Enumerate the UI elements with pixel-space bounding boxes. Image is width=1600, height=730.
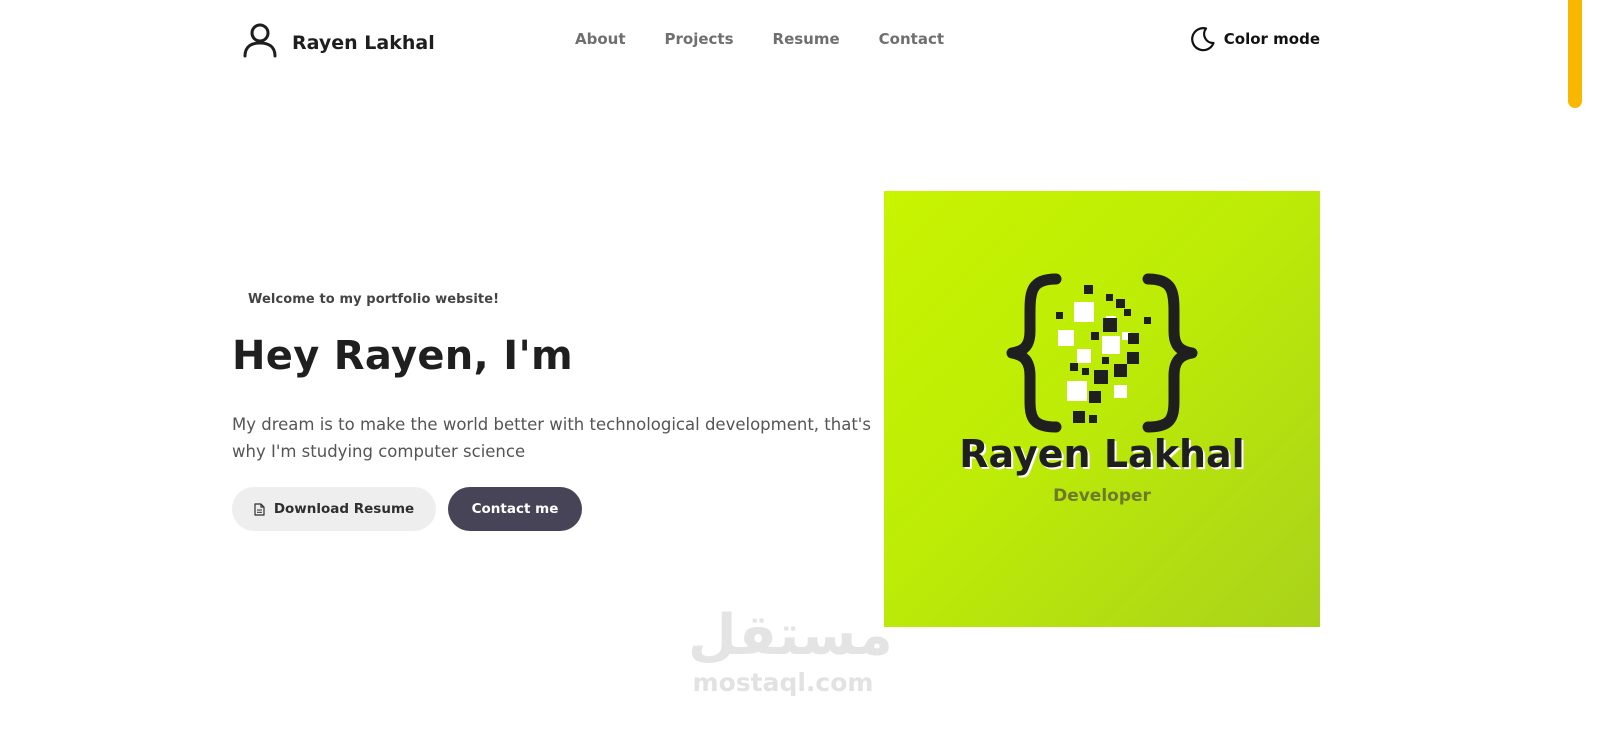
moon-icon — [1190, 27, 1215, 52]
main-nav: About Projects Resume Contact — [575, 30, 944, 48]
brand[interactable]: Rayen Lakhal — [242, 22, 435, 58]
brand-name: Rayen Lakhal — [292, 32, 435, 54]
contact-me-label: Contact me — [471, 501, 559, 517]
nav-about[interactable]: About — [575, 30, 626, 48]
scrollbar-thumb[interactable] — [1568, 0, 1582, 108]
user-icon — [243, 23, 277, 58]
download-resume-label: Download Resume — [273, 501, 415, 517]
code-braces-logo-icon — [1006, 273, 1198, 433]
hero-logo-image: Rayen Lakhal Developer — [884, 191, 1320, 627]
nav-projects[interactable]: Projects — [665, 30, 734, 48]
download-resume-button[interactable]: Download Resume — [232, 487, 436, 531]
watermark-latin: mostaql.com — [692, 668, 874, 697]
contact-me-button[interactable]: Contact me — [448, 487, 582, 531]
document-icon — [254, 502, 265, 516]
nav-resume[interactable]: Resume — [773, 30, 840, 48]
color-mode-label: Color mode — [1223, 30, 1320, 48]
color-mode-toggle[interactable]: Color mode — [1190, 26, 1320, 52]
hero-tagline: My dream is to make the world better wit… — [232, 415, 871, 461]
watermark-arabic: مستقل — [688, 603, 893, 668]
hero-headline: Hey Rayen, I'm — [232, 333, 573, 379]
nav-contact[interactable]: Contact — [879, 30, 944, 48]
logo-name: Rayen Lakhal — [959, 432, 1245, 476]
logo-role: Developer — [1053, 486, 1151, 506]
welcome-text: Welcome to my portfolio website! — [248, 292, 500, 307]
